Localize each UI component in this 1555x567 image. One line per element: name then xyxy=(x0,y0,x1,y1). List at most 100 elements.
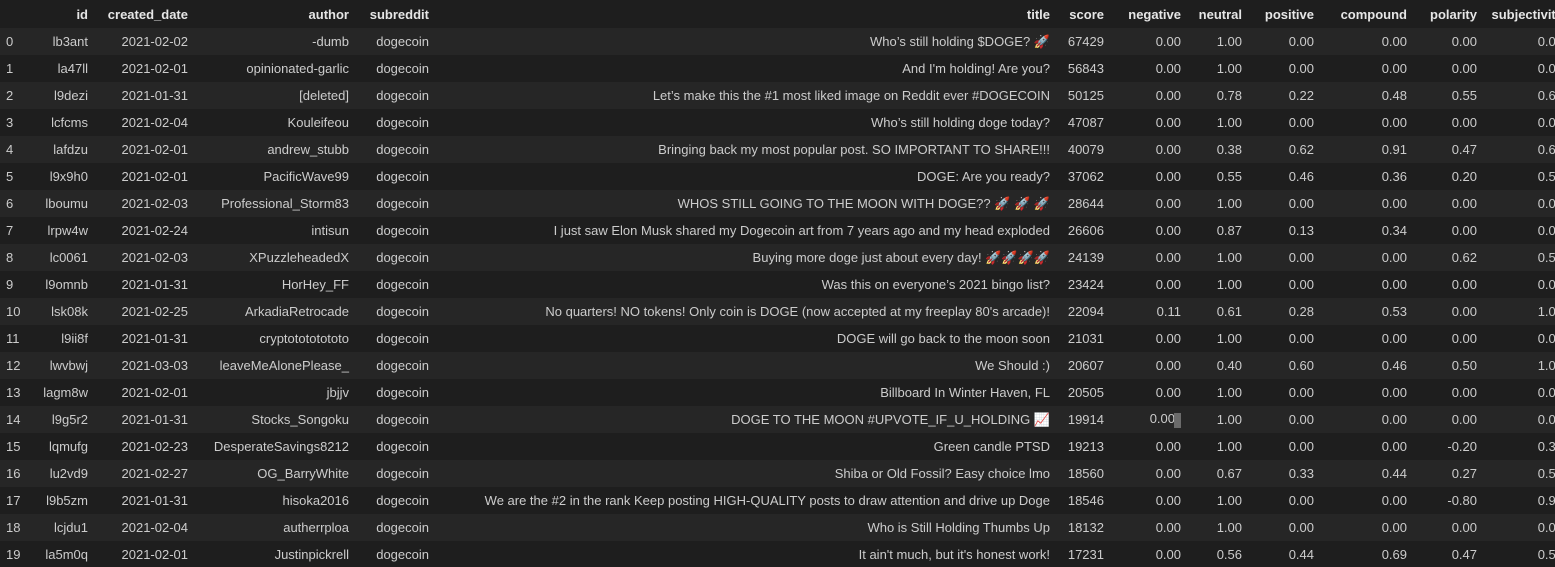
cell-author: Stocks_Songoku xyxy=(194,406,355,433)
cell-compound: 0.48 xyxy=(1320,82,1413,109)
cell-polarity: 0.20 xyxy=(1413,163,1483,190)
cell-id: l9x9h0 xyxy=(34,163,94,190)
cell-positive: 0.00 xyxy=(1248,325,1320,352)
cell-title: DOGE TO THE MOON #UPVOTE_IF_U_HOLDING 📈 xyxy=(435,406,1056,433)
cell-neutral: 1.00 xyxy=(1187,406,1248,433)
cell-positive: 0.00 xyxy=(1248,109,1320,136)
cell-compound: 0.00 xyxy=(1320,271,1413,298)
row-index: 6 xyxy=(0,190,34,217)
cell-positive: 0.00 xyxy=(1248,28,1320,55)
cell-id: lb3ant xyxy=(34,28,94,55)
cell-subreddit: dogecoin xyxy=(355,217,435,244)
row-index: 1 xyxy=(0,55,34,82)
cell-neutral: 1.00 xyxy=(1187,379,1248,406)
cell-compound: 0.00 xyxy=(1320,325,1413,352)
cell-subreddit: dogecoin xyxy=(355,541,435,567)
cell-polarity: 0.00 xyxy=(1413,217,1483,244)
cell-polarity: 0.27 xyxy=(1413,460,1483,487)
table-row: 4 lafdzu 2021-02-01 andrew_stubb dogecoin Bri… xyxy=(0,136,1555,163)
cell-title: DOGE: Are you ready? xyxy=(435,163,1056,190)
row-index: 16 xyxy=(0,460,34,487)
cell-compound: 0.69 xyxy=(1320,541,1413,567)
cell-polarity: 0.00 xyxy=(1413,325,1483,352)
cell-negative: 0.00 xyxy=(1110,379,1187,406)
cell-compound: 0.46 xyxy=(1320,352,1413,379)
cell-neutral: 1.00 xyxy=(1187,244,1248,271)
table-row: 7 lrpw4w 2021-02-24 intisun dogecoin I just s… xyxy=(0,217,1555,244)
cell-subreddit: dogecoin xyxy=(355,82,435,109)
cell-neutral: 1.00 xyxy=(1187,271,1248,298)
cell-author: leaveMeAlonePlease_ xyxy=(194,352,355,379)
cell-id: l9ii8f xyxy=(34,325,94,352)
cell-score: 22094 xyxy=(1056,298,1110,325)
cell-score: 20607 xyxy=(1056,352,1110,379)
cell-subreddit: dogecoin xyxy=(355,109,435,136)
row-index: 11 xyxy=(0,325,34,352)
cell-neutral: 1.00 xyxy=(1187,55,1248,82)
cell-positive: 0.33 xyxy=(1248,460,1320,487)
cell-subreddit: dogecoin xyxy=(355,514,435,541)
cell-created-date: 2021-01-31 xyxy=(94,82,194,109)
cell-subreddit: dogecoin xyxy=(355,136,435,163)
cell-compound: 0.00 xyxy=(1320,55,1413,82)
table-row: 0 lb3ant 2021-02-02 -dumb dogecoin Who’s stil… xyxy=(0,28,1555,55)
cell-positive: 0.00 xyxy=(1248,487,1320,514)
index-header xyxy=(0,0,34,28)
column-header-subreddit: subreddit xyxy=(355,0,435,28)
table-row: 3 lcfcms 2021-02-04 Kouleifeou dogecoin Who’s… xyxy=(0,109,1555,136)
table-body: 0 lb3ant 2021-02-02 -dumb dogecoin Who’s stil… xyxy=(0,28,1555,567)
cell-compound: 0.53 xyxy=(1320,298,1413,325)
column-header-id: id xyxy=(34,0,94,28)
cell-title: Who is Still Holding Thumbs Up xyxy=(435,514,1056,541)
cell-title: And I'm holding! Are you? xyxy=(435,55,1056,82)
cell-subjectivity: 0.60 xyxy=(1483,136,1555,163)
cell-title: I just saw Elon Musk shared my Dogecoin … xyxy=(435,217,1056,244)
cell-neutral: 1.00 xyxy=(1187,325,1248,352)
row-index: 13 xyxy=(0,379,34,406)
cell-negative: 0.00 xyxy=(1110,352,1187,379)
table-row: 5 l9x9h0 2021-02-01 PacificWave99 dogecoin DO… xyxy=(0,163,1555,190)
cell-positive: 0.44 xyxy=(1248,541,1320,567)
row-index: 12 xyxy=(0,352,34,379)
cell-author: intisun xyxy=(194,217,355,244)
cell-score: 37062 xyxy=(1056,163,1110,190)
cell-created-date: 2021-02-01 xyxy=(94,379,194,406)
cell-subjectivity: 0.50 xyxy=(1483,163,1555,190)
cell-negative: 0.00 xyxy=(1110,541,1187,567)
cell-neutral: 1.00 xyxy=(1187,28,1248,55)
cell-score: 28644 xyxy=(1056,190,1110,217)
cell-positive: 0.00 xyxy=(1248,514,1320,541)
cell-polarity: 0.50 xyxy=(1413,352,1483,379)
cell-score: 56843 xyxy=(1056,55,1110,82)
cell-negative: 0.00 xyxy=(1110,487,1187,514)
cell-author: Kouleifeou xyxy=(194,109,355,136)
cell-subjectivity: 0.00 xyxy=(1483,325,1555,352)
cell-subjectivity: 1.00 xyxy=(1483,298,1555,325)
cell-author: andrew_stubb xyxy=(194,136,355,163)
cell-author: opinionated-garlic xyxy=(194,55,355,82)
cell-neutral: 1.00 xyxy=(1187,433,1248,460)
cell-title: WHOS STILL GOING TO THE MOON WITH DOGE??… xyxy=(435,190,1056,217)
cell-id: l9dezi xyxy=(34,82,94,109)
cell-subjectivity: 0.00 xyxy=(1483,55,1555,82)
cell-created-date: 2021-01-31 xyxy=(94,325,194,352)
table-row: 13 lagm8w 2021-02-01 jbjjv dogecoin Billboard… xyxy=(0,379,1555,406)
cell-author: hisoka2016 xyxy=(194,487,355,514)
cell-id: lcfcms xyxy=(34,109,94,136)
cell-subjectivity: 0.52 xyxy=(1483,460,1555,487)
column-header-title: title xyxy=(435,0,1056,28)
cell-subjectivity: 0.55 xyxy=(1483,541,1555,567)
cell-positive: 0.22 xyxy=(1248,82,1320,109)
cell-id: lboumu xyxy=(34,190,94,217)
cell-positive: 0.00 xyxy=(1248,379,1320,406)
cell-created-date: 2021-02-23 xyxy=(94,433,194,460)
cell-neutral: 1.00 xyxy=(1187,487,1248,514)
table-row: 11 l9ii8f 2021-01-31 cryptotototototo dogeco… xyxy=(0,325,1555,352)
row-index: 10 xyxy=(0,298,34,325)
cell-score: 18546 xyxy=(1056,487,1110,514)
cell-subjectivity: 0.00 xyxy=(1483,379,1555,406)
cell-positive: 0.46 xyxy=(1248,163,1320,190)
cell-score: 24139 xyxy=(1056,244,1110,271)
cell-score: 23424 xyxy=(1056,271,1110,298)
cell-title: Billboard In Winter Haven, FL xyxy=(435,379,1056,406)
